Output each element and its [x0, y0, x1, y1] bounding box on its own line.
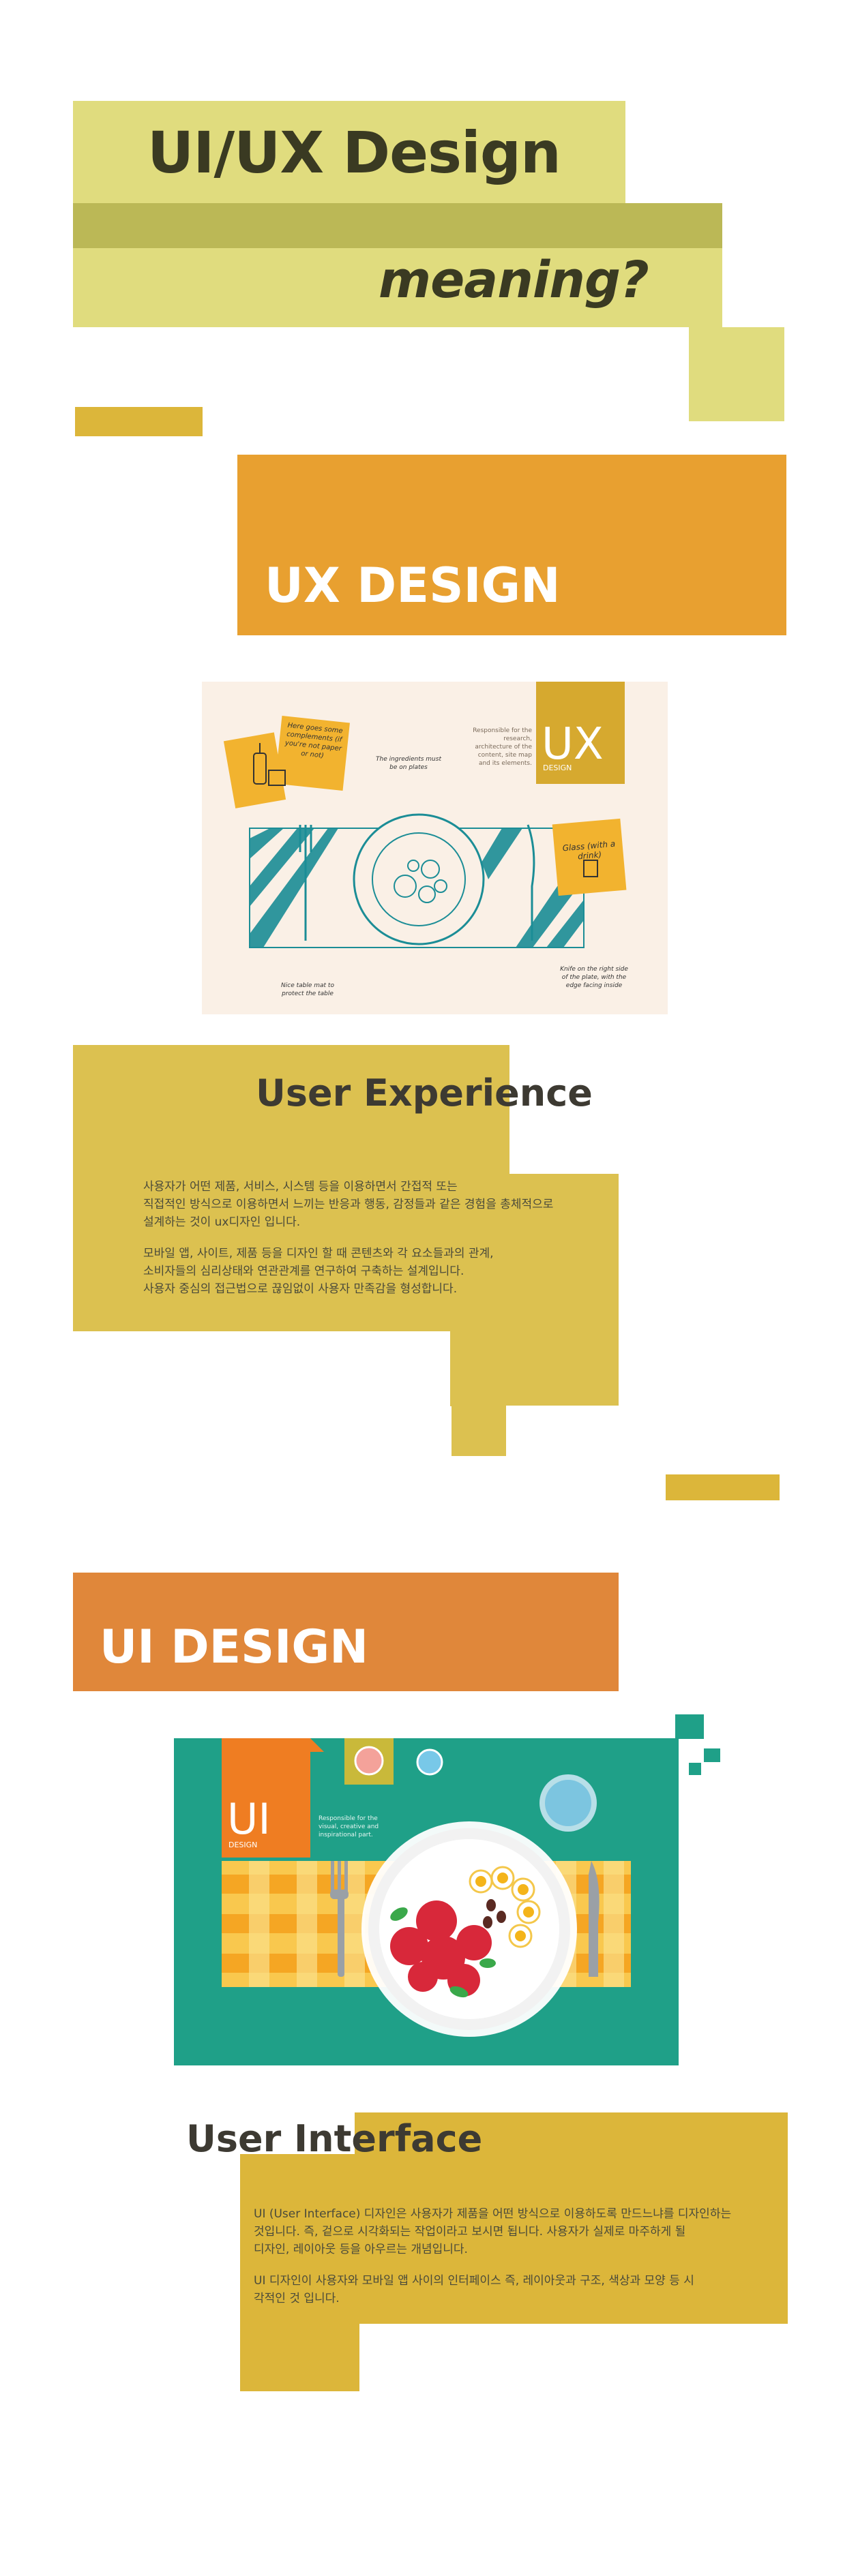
ux-text-square [452, 1403, 506, 1456]
ux-note-knife: Knife on the right side of the plate, wi… [560, 966, 628, 989]
ui-badge-label: UI [227, 1794, 271, 1844]
ux-badge-sub: DESIGN [543, 763, 572, 772]
ux-card-desc: Responsible for the research, architectu… [473, 727, 532, 767]
ui-table-flat [222, 1738, 631, 2037]
ui-badge-sub: DESIGN [228, 1840, 258, 1849]
ux-illustration-card: UX DESIGN Responsible for the research, … [202, 682, 668, 1014]
teal-square-2 [704, 1748, 720, 1762]
ux-note-table: Nice table mat to protect the table [281, 982, 334, 997]
ux-heading: User Experience [256, 1072, 593, 1115]
ui-card-desc: Responsible for the visual, creative and… [319, 1815, 379, 1838]
ui-banner-label: UI DESIGN [100, 1620, 369, 1674]
page-title-line1: UI/UX Design [147, 119, 561, 186]
ui-body: UI (User Interface) 디자인은 사용자가 제품을 어떤 방식으… [254, 2205, 793, 2321]
ux-badge-label: UX [542, 719, 604, 770]
page-title-line2: meaning? [379, 251, 649, 309]
ui-paragraph-1: UI (User Interface) 디자인은 사용자가 제품을 어떤 방식으… [254, 2207, 732, 2256]
plate-outer [353, 813, 485, 945]
ui-paragraph-2: UI 디자인이 사용자와 모바일 앱 사이의 인터페이스 즉, 레이아웃과 구조… [254, 2274, 694, 2305]
title-corner-square [689, 327, 784, 421]
ui-illustration-card: UI DESIGN Responsible for the visual, cr… [174, 1738, 679, 2065]
title-stripe [73, 203, 722, 248]
ux-paragraph-1: 사용자가 어떤 제품, 서비스, 시스템 등을 이용하면서 간접적 또는 직접적… [143, 1180, 554, 1229]
ux-paragraph-2: 모바일 앱, 사이트, 제품 등을 디자인 할 때 콘텐츠와 각 요소들과의 관… [143, 1247, 494, 1296]
teal-square-3 [689, 1763, 701, 1775]
accent-bar-1 [75, 407, 203, 436]
ux-note-left: Here goes some complements (if you're no… [284, 721, 344, 760]
ux-text-bg-tail [450, 1331, 501, 1406]
ux-banner-label: UX DESIGN [265, 558, 561, 613]
teal-square-1 [675, 1714, 704, 1739]
ux-note-ingredients: The ingredients must be on plates [376, 756, 441, 771]
ui-heading: User Interface [186, 2117, 483, 2160]
accent-bar-2 [666, 1474, 780, 1500]
ux-body: 사용자가 어떤 제품, 서비스, 시스템 등을 이용하면서 간접적 또는 직접적… [143, 1178, 621, 1312]
